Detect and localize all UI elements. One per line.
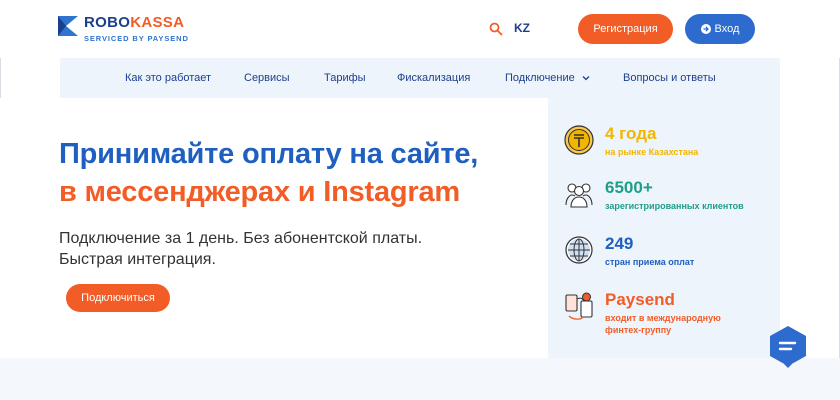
register-button[interactable]: Регистрация xyxy=(578,14,673,44)
logo-mark-icon xyxy=(58,16,78,36)
stat-countries-desc: стран приема оплат xyxy=(605,257,695,267)
stat-paysend-desc-line1: входит в международную xyxy=(605,313,721,323)
globe-icon xyxy=(565,236,593,264)
robokassa-logo[interactable]: ROBOKASSA SERVICED BY PAYSEND xyxy=(58,15,189,43)
stat-years-desc: на рынке Казахстана xyxy=(605,147,699,157)
nav-item-tariffs[interactable]: Тарифы xyxy=(324,58,366,98)
logo-subtitle: SERVICED BY PAYSEND xyxy=(84,34,189,43)
hero-title-line2: в мессенджерах и Instagram xyxy=(59,176,461,208)
main-nav: Как это работает Сервисы Тарифы Фискализ… xyxy=(60,58,780,98)
login-arrow-icon xyxy=(700,24,711,34)
login-label: Вход xyxy=(714,23,740,35)
clients-icon xyxy=(565,183,593,208)
nav-item-connection-label: Подключение xyxy=(505,72,575,84)
hero-subtitle-line1: Подключение за 1 день. Без абонентской п… xyxy=(59,230,423,247)
nav-item-services[interactable]: Сервисы xyxy=(244,58,290,98)
stat-clients-value: 6500+ xyxy=(605,178,653,197)
logo-name-kassa: KASSA xyxy=(130,14,185,31)
language-switch[interactable]: KZ xyxy=(514,21,530,35)
connect-button[interactable]: Подключиться xyxy=(66,284,170,312)
hero-section: Принимайте оплату на сайте, в мессенджер… xyxy=(0,98,548,358)
nav-item-connection[interactable]: Подключение xyxy=(505,58,590,98)
stat-countries-value: 249 xyxy=(605,234,634,253)
chat-icon[interactable] xyxy=(766,324,810,368)
chevron-down-icon xyxy=(582,76,590,81)
login-button[interactable]: Вход xyxy=(685,14,755,44)
logo-name-robo: ROBO xyxy=(84,14,131,31)
bottom-section xyxy=(0,358,840,400)
nav-item-faq[interactable]: Вопросы и ответы xyxy=(623,58,716,98)
stats-panel: 4 года на рынке Казахстана 6500+ зарегис… xyxy=(548,98,780,358)
fintech-icon xyxy=(565,292,593,320)
nav-item-how-it-works[interactable]: Как это работает xyxy=(125,58,211,98)
search-icon[interactable] xyxy=(489,22,503,36)
nav-item-fiscalization[interactable]: Фискализация xyxy=(397,58,470,98)
header: ROBOKASSA SERVICED BY PAYSEND KZ Регистр… xyxy=(0,0,840,58)
hero-title-line1: Принимайте оплату на сайте, xyxy=(59,138,479,170)
stat-clients-desc: зарегистрированных клиентов xyxy=(605,201,744,211)
stat-paysend-desc-line2: финтех-группу xyxy=(605,325,672,335)
hero-subtitle-line2: Быстрая интеграция. xyxy=(59,251,216,268)
stat-paysend-value: Paysend xyxy=(605,290,675,309)
stat-years-value: 4 года xyxy=(605,124,657,143)
tenge-coin-icon xyxy=(564,125,594,155)
